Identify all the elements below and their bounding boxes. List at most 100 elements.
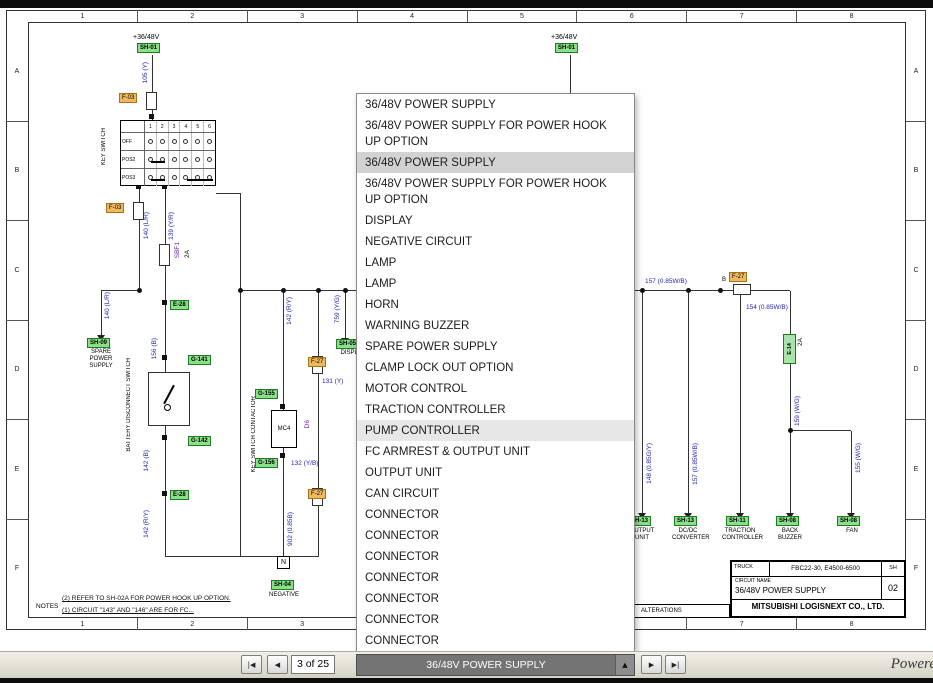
wire-segment [240,193,241,556]
dropdown-item[interactable]: MOTOR CONTROL [357,378,634,399]
fuse-label-f03-top: F-03 [119,93,138,103]
dropdown-item[interactable]: CONNECTOR [357,630,634,651]
collapse-arrow-icon[interactable]: ▲ [615,655,634,675]
wire-label-142-ry-mid: 142 (R/Y) [286,297,293,325]
dropdown-item[interactable]: 36/48V POWER SUPPLY [357,94,634,115]
contact-bridge [151,179,165,181]
key-switch-title: KEY SWITCH [101,128,107,166]
grid-col-label: 1 [80,620,85,628]
note-link-1[interactable]: (1) CIRCUIT "143" AND "146" ARE FOR FC..… [62,607,194,614]
sh08-buzzer-caption: BACK BUZZER [778,528,802,541]
dropdown-item[interactable]: CLAMP LOCK OUT OPTION [357,357,634,378]
dropdown-item[interactable]: CONNECTOR [357,546,634,567]
grid-row-label: A [14,67,20,75]
dropdown-item[interactable]: HORN [357,294,634,315]
section-dropdown-label: 36/48V POWER SUPPLY [426,659,546,671]
sh09-caption: SPARE POWER SUPPLY [89,349,113,369]
contact-circle-icon [171,157,177,162]
section-dropdown-button[interactable]: 36/48V POWER SUPPLY ▲ [356,654,635,676]
page-indicator-input[interactable]: 3 of 25 [291,655,335,674]
dropdown-item[interactable]: PUMP CONTROLLER [357,420,634,441]
grid-col-label: 2 [136,618,247,630]
dropdown-item[interactable]: CAN CIRCUIT [357,483,634,504]
junction-dot [281,288,286,293]
connector-e28-top: E-28 [170,300,189,310]
negative-terminal-symbol: N [277,556,290,569]
key-switch-col: 3 [169,121,181,132]
dropdown-item[interactable]: CONNECTOR [357,525,634,546]
key-switch-position: OFF [121,133,145,150]
dropdown-item[interactable]: 36/48V POWER SUPPLY [357,152,634,173]
grid-col-label: 4 [356,10,467,22]
grid-col-label: 7 [686,10,796,22]
dropdown-item[interactable]: CONNECTOR [357,504,634,525]
grid-col-label: 7 [686,618,796,630]
fuse-symbol [146,92,157,110]
dropdown-item[interactable]: OUTPUT UNIT [357,462,634,483]
switch-blade-icon [163,384,175,405]
note-link-2[interactable]: (2) REFER TO SH-02A FOR POWER HOOK UP OP… [62,595,231,602]
notes-label: NOTES [36,603,59,610]
connector-pin [280,453,285,458]
dropdown-item[interactable]: 36/48V POWER SUPPLY FOR POWER HOOK UP OP… [357,173,634,210]
connector-pin [280,404,285,409]
wire-label-154: 154 (0.85W/B) [746,304,788,311]
junction-dot [718,288,723,293]
sheet-ref-sh09: SH-09 [87,338,111,348]
contactor-mc4-symbol: MC4 [271,410,297,448]
dropdown-item[interactable]: TRACTION CONTROLLER [357,399,634,420]
wire-segment [851,431,852,513]
dropdown-item[interactable]: CONNECTOR [357,588,634,609]
connector-g155: G-155 [255,389,278,399]
fuse-symbol [159,244,170,266]
wire-label-155: 155 (W/G) [855,443,862,473]
wire-segment [642,291,643,513]
wire-segment [790,291,791,513]
schematic-viewer-window: 12345678 12345678 ABCDEF ABCDEF +36/48V … [0,0,933,683]
dropdown-item[interactable]: NEGATIVE CIRCUIT [357,231,634,252]
sheet-ref-sh08-buzzer: SH-08 [776,516,800,526]
grid-ruler-top: 1 2345678 [28,10,906,22]
fuse-label-f27-mid-bottom: F-27 [308,489,327,499]
dropdown-item[interactable]: CONNECTOR [357,609,634,630]
fuse-e14-symbol: E-14 [783,334,796,364]
dropdown-item[interactable]: LAMP [357,252,634,273]
wire-label-142-ry-left: 142 (R/Y) [143,510,150,538]
contact-circle-icon [147,139,153,144]
grid-col-label: 1 [80,12,85,20]
dropdown-item[interactable]: SPARE POWER SUPPLY [357,336,634,357]
wire-label-157-bus: 157 (0.85W/B) [645,278,687,285]
sh13-dcdc-caption: DC/DC CONVERTER [672,528,710,541]
dropdown-item[interactable]: CONNECTOR [357,567,634,588]
dropdown-item[interactable]: WARNING BUZZER [357,315,634,336]
first-page-button[interactable]: |◀ [241,655,262,674]
wire-segment [240,290,356,291]
diode-d6-label: D6 [304,420,311,429]
grid-col-label: 3 [246,618,357,630]
grid-ruler-right: A BCDEF [906,22,926,618]
sheet-ref-sh01-left: SH-01 [137,43,161,53]
sh08-fan-caption: FAN [846,528,858,534]
junction-dot [686,288,691,293]
wire-label-902: 902 (0.85B) [287,512,294,546]
junction-dot [238,288,243,293]
dropdown-item[interactable]: 36/48V POWER SUPPLY FOR POWER HOOK UP OP… [357,115,634,152]
dropdown-item[interactable]: DISPLAY [357,210,634,231]
key-switch-col: 6 [208,123,211,130]
wire-label-131: 131 (Y) [322,378,344,385]
last-page-button[interactable]: ▶| [665,655,686,674]
battery-disconnect-switch-symbol [148,372,190,426]
wire-label-140-a: 140 (L/R) [143,212,150,240]
wire-label-157-drop: 157 (0.85W/B) [692,443,699,485]
bottom-letterbox-bar [0,678,933,683]
wire-label-148: 148 (0.85G/Y) [646,443,653,484]
fuse-e14-label: E-14 [786,343,793,355]
dropdown-item[interactable]: LAMP [357,273,634,294]
contact-circle-icon [195,139,201,144]
wire-segment [634,290,790,291]
next-page-button[interactable]: ▶ [641,655,662,674]
dropdown-item[interactable]: FC ARMREST & OUTPUT UNIT [357,441,634,462]
connector-g156: G-156 [255,458,278,468]
grid-ruler-left: A BCDEF [6,22,28,618]
previous-page-button[interactable]: ◀ [267,655,288,674]
